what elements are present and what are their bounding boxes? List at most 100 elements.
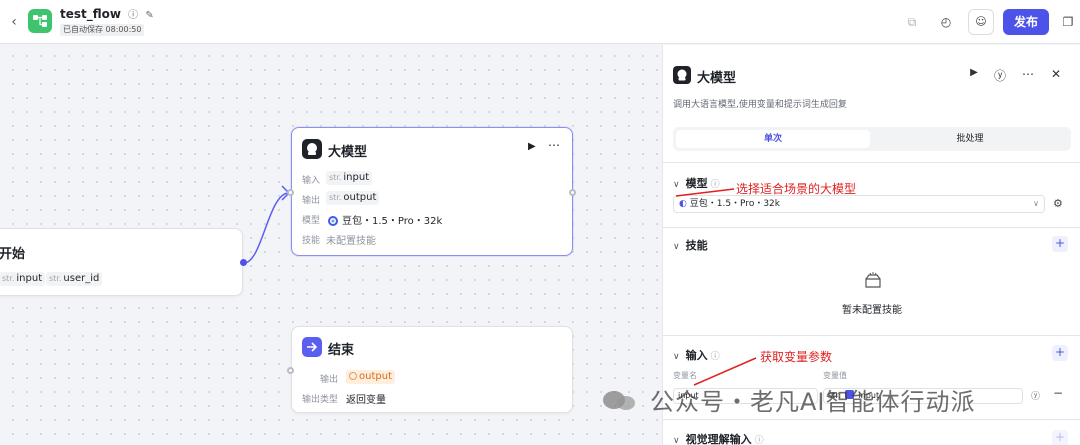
llm-output-port[interactable] — [569, 189, 576, 196]
end-icon — [302, 337, 322, 357]
param-name: output — [343, 192, 377, 203]
watermark-text: 公众号・老凡AI智能体行动派 — [650, 388, 976, 416]
close-icon[interactable]: ✕ — [1047, 67, 1065, 81]
more-icon[interactable]: ⋯ — [548, 138, 560, 152]
info-icon[interactable]: ⓘ — [128, 10, 138, 21]
end-output-type-label: 输出类型 — [302, 395, 339, 405]
param-name: output — [359, 371, 392, 382]
param-name: user_id — [63, 273, 100, 284]
chevron-down-icon: ∨ — [1033, 199, 1039, 208]
users-icon: ☺ — [975, 15, 987, 28]
run-icon[interactable]: ▶ — [965, 67, 983, 78]
workflow-title: test_flow ⓘ ✎ — [60, 6, 154, 21]
model-row-label: 模型 — [302, 216, 321, 226]
llm-icon — [302, 139, 322, 159]
input-section-header[interactable]: ∨ 输入 ⓘ — [673, 347, 720, 363]
info-icon[interactable]: ⓘ — [755, 436, 764, 445]
skills-empty-text: 暂未配置技能 — [842, 305, 902, 316]
end-output-type-value: 返回变量 — [346, 395, 386, 406]
panel-description: 调用大语言模型,使用变量和提示词生成回复 — [673, 100, 847, 110]
llm-node-title: 大模型 — [328, 145, 368, 160]
column-variable-value: 变量值 — [823, 371, 847, 380]
workflow-canvas[interactable]: 开始 str. input str. user_id 大模型 ▶ ⋯ 输入 str.… — [0, 45, 662, 445]
run-icon[interactable]: ▶ — [528, 141, 536, 152]
doubao-icon: ◐ — [679, 199, 687, 209]
skills-section-header[interactable]: ∨ 技能 — [673, 237, 708, 253]
more-icon[interactable]: ⋯ — [1019, 67, 1037, 81]
panel-title: 大模型 — [697, 71, 737, 86]
publish-button[interactable]: 发布 — [1003, 9, 1049, 35]
model-name: 豆包・1.5・Pro・32k — [342, 216, 443, 227]
start-node-title: 开始 — [0, 247, 26, 262]
start-param-user-id: str. user_id — [46, 272, 103, 286]
gear-icon[interactable]: ⚙ — [1053, 197, 1063, 210]
doubao-icon — [328, 211, 338, 226]
info-icon[interactable]: ⓘ — [711, 180, 720, 190]
collaborators-button[interactable]: ☺ — [968, 9, 994, 35]
help-icon[interactable]: ⓨ — [991, 67, 1009, 84]
output-tag: str. output — [326, 191, 380, 205]
column-variable-name: 变量名 — [673, 371, 697, 380]
vision-section-header[interactable]: ∨ 视觉理解输入 ⓘ — [673, 431, 764, 445]
autosave-status: 已自动保存 08:00:50 — [60, 24, 145, 36]
end-output-label: 输出 — [320, 375, 339, 385]
annotation-get-variables: 获取变量参数 — [760, 350, 833, 364]
help-icon[interactable]: ⓨ — [1031, 389, 1040, 402]
input-row-label: 输入 — [302, 176, 321, 186]
llm-node[interactable]: 大模型 ▶ ⋯ 输入 str. input 输出 str. output 模型 豆包… — [291, 127, 573, 256]
end-node[interactable]: 结束 输出 output 输出类型 返回变量 — [291, 326, 573, 413]
workflow-title-text: test_flow — [60, 7, 121, 21]
param-name: input — [343, 172, 370, 183]
tab-batch[interactable]: 批处理 — [873, 130, 1067, 148]
divider — [663, 227, 1080, 228]
edit-icon[interactable]: ✎ — [145, 10, 153, 21]
chevron-down-icon: ∨ — [673, 352, 680, 362]
add-skill-button[interactable]: + — [1052, 236, 1068, 252]
mode-tabs: 单次 批处理 — [673, 127, 1071, 151]
chevron-down-icon: ∨ — [673, 436, 680, 445]
annotation-choose-model: 选择适合场景的大模型 — [736, 182, 857, 196]
end-output-tag: output — [346, 370, 395, 384]
end-node-title: 结束 — [328, 343, 355, 358]
history-icon[interactable]: ◴ — [936, 12, 956, 32]
input-tag: str. input — [326, 171, 373, 185]
duplicate-icon[interactable]: ❐ — [1058, 12, 1078, 32]
skill-row-label: 技能 — [302, 236, 321, 246]
model-section-header[interactable]: ∨ 模型 ⓘ — [673, 175, 720, 191]
start-param-input: str. input — [0, 272, 46, 286]
tab-single[interactable]: 单次 — [676, 130, 870, 148]
output-row-label: 输出 — [302, 196, 321, 206]
wechat-icon — [603, 391, 635, 410]
type-label: str. — [49, 274, 62, 283]
add-vision-input-button[interactable]: + — [1052, 430, 1068, 445]
divider — [663, 419, 1080, 420]
section-label: 视觉理解输入 — [685, 433, 752, 445]
start-output-port[interactable] — [240, 259, 247, 266]
top-bar: ‹ test_flow ⓘ ✎ 已自动保存 08:00:50 ⧉ ◴ ☺ 发布 … — [0, 0, 1080, 44]
start-node[interactable]: 开始 str. input str. user_id — [0, 228, 243, 296]
info-icon[interactable]: ⓘ — [711, 352, 720, 362]
remove-input-button[interactable]: − — [1053, 386, 1063, 400]
chevron-left-icon[interactable]: ‹ — [6, 12, 22, 32]
skill-value: 未配置技能 — [326, 236, 376, 247]
section-label: 输入 — [685, 349, 708, 362]
warning-icon — [349, 372, 357, 380]
empty-box-icon — [863, 270, 883, 294]
chevron-down-icon: ∨ — [673, 180, 680, 190]
add-input-button[interactable]: + — [1052, 345, 1068, 361]
param-name: input — [16, 273, 43, 284]
chevron-down-icon: ∨ — [673, 242, 680, 252]
section-label: 技能 — [685, 239, 708, 252]
llm-icon — [673, 66, 691, 84]
copy-icon[interactable]: ⧉ — [902, 12, 922, 32]
divider — [663, 335, 1080, 336]
model-select[interactable]: ◐ 豆包・1.5・Pro・32k ∨ — [673, 195, 1045, 213]
model-select-value: 豆包・1.5・Pro・32k — [689, 199, 780, 209]
divider — [663, 162, 1080, 163]
end-input-port[interactable] — [287, 367, 294, 374]
section-label: 模型 — [685, 177, 708, 190]
workflow-icon — [28, 9, 52, 33]
llm-input-port[interactable] — [287, 189, 294, 196]
type-label: str. — [329, 193, 342, 202]
type-label: str. — [329, 173, 342, 182]
